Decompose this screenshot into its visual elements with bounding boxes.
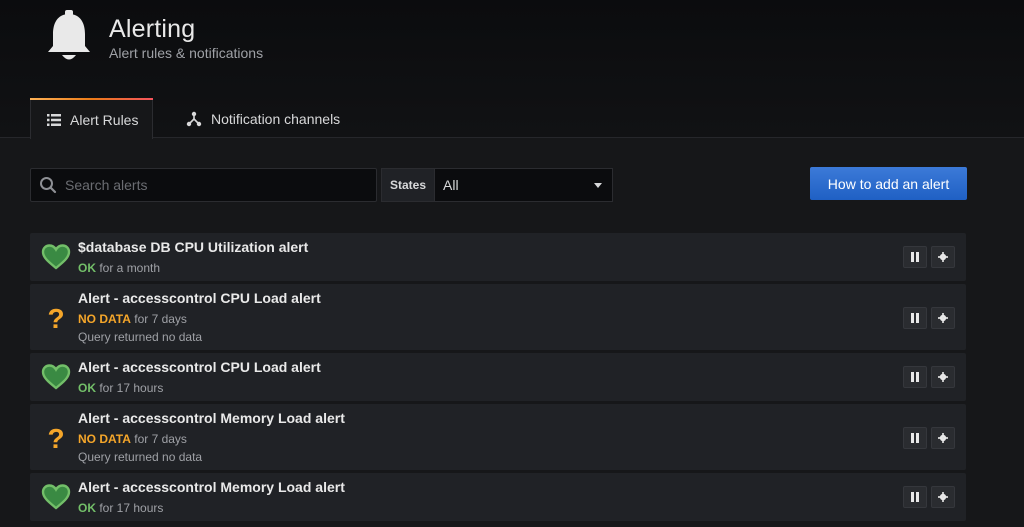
alert-row: ? Alert - accesscontrol Memory Load aler… bbox=[30, 404, 966, 470]
page-subtitle: Alert rules & notifications bbox=[109, 45, 264, 61]
alert-title[interactable]: Alert - accesscontrol CPU Load alert bbox=[78, 290, 321, 306]
alert-title[interactable]: Alert - accesscontrol CPU Load alert bbox=[78, 359, 321, 375]
pause-button[interactable] bbox=[903, 246, 927, 268]
edit-alert-button[interactable] bbox=[931, 307, 955, 329]
alert-list: $database DB CPU Utilization alert OK fo… bbox=[30, 233, 966, 524]
pause-button[interactable] bbox=[903, 486, 927, 508]
gear-icon bbox=[938, 372, 948, 382]
pause-button[interactable] bbox=[903, 307, 927, 329]
pause-button[interactable] bbox=[903, 366, 927, 388]
alert-info: Query returned no data bbox=[78, 330, 203, 344]
alert-title[interactable]: Alert - accesscontrol Memory Load alert bbox=[78, 410, 345, 426]
pause-icon bbox=[911, 372, 919, 382]
question-icon: ? bbox=[47, 424, 64, 452]
edit-alert-button[interactable] bbox=[931, 427, 955, 449]
gear-icon bbox=[938, 433, 948, 443]
alert-state-value: OK bbox=[78, 261, 96, 275]
tab-label: Notification channels bbox=[211, 110, 341, 127]
question-icon: ? bbox=[47, 304, 64, 332]
alert-state-value: OK bbox=[78, 381, 96, 395]
search-input[interactable] bbox=[65, 177, 355, 193]
alert-duration: for 7 days bbox=[134, 312, 187, 326]
alert-title[interactable]: Alert - accesscontrol Memory Load alert bbox=[78, 479, 345, 495]
alert-row: Alert - accesscontrol Memory Load alert … bbox=[30, 473, 966, 521]
states-selected-value: All bbox=[443, 177, 459, 193]
heart-icon bbox=[41, 244, 71, 270]
gear-icon bbox=[938, 492, 948, 502]
tab-label: Alert Rules bbox=[70, 111, 139, 128]
alert-state-value: NO DATA bbox=[78, 312, 131, 326]
tab-alert-rules[interactable]: Alert Rules bbox=[30, 98, 153, 139]
bell-icon bbox=[48, 10, 90, 60]
svg-text:?: ? bbox=[47, 304, 64, 332]
pause-button[interactable] bbox=[903, 427, 927, 449]
alert-state-value: NO DATA bbox=[78, 432, 131, 446]
gear-icon bbox=[938, 313, 948, 323]
heart-icon bbox=[41, 364, 71, 390]
alert-row: Alert - accesscontrol CPU Load alert OK … bbox=[30, 353, 966, 401]
alert-row: $database DB CPU Utilization alert OK fo… bbox=[30, 233, 966, 281]
alert-state: OK for 17 hours bbox=[78, 381, 163, 395]
heart-icon bbox=[41, 484, 71, 510]
pause-icon bbox=[911, 492, 919, 502]
alert-duration: for a month bbox=[99, 261, 161, 275]
alert-duration: for 7 days bbox=[134, 432, 187, 446]
alert-state-value: OK bbox=[78, 501, 96, 515]
alert-duration: for 17 hours bbox=[99, 501, 164, 515]
alert-state: NO DATA for 7 days bbox=[78, 432, 187, 446]
page-title: Alerting bbox=[109, 15, 196, 43]
alert-state: OK for 17 hours bbox=[78, 501, 163, 515]
pause-icon bbox=[911, 252, 919, 262]
svg-text:?: ? bbox=[47, 424, 64, 452]
list-icon bbox=[47, 113, 61, 126]
pause-icon bbox=[911, 433, 919, 443]
alert-state: NO DATA for 7 days bbox=[78, 312, 187, 326]
page-header: Alerting Alert rules & notifications Ale… bbox=[0, 0, 1024, 139]
alert-info: Query returned no data bbox=[78, 450, 203, 464]
gear-icon bbox=[938, 252, 948, 262]
how-to-add-alert-button[interactable]: How to add an alert bbox=[810, 167, 967, 200]
search-box bbox=[30, 168, 377, 202]
search-icon bbox=[40, 177, 57, 194]
alert-title[interactable]: $database DB CPU Utilization alert bbox=[78, 239, 308, 255]
edit-alert-button[interactable] bbox=[931, 366, 955, 388]
alert-state: OK for a month bbox=[78, 261, 160, 275]
edit-alert-button[interactable] bbox=[931, 486, 955, 508]
pause-icon bbox=[911, 313, 919, 323]
tab-notification-channels[interactable]: Notification channels bbox=[186, 98, 340, 139]
caret-down-icon bbox=[594, 183, 602, 188]
alert-duration: for 17 hours bbox=[99, 381, 164, 395]
states-label: States bbox=[381, 168, 434, 202]
channels-icon bbox=[186, 111, 202, 126]
alert-row: ? Alert - accesscontrol CPU Load alert N… bbox=[30, 284, 966, 350]
edit-alert-button[interactable] bbox=[931, 246, 955, 268]
states-select[interactable]: All bbox=[434, 168, 613, 202]
